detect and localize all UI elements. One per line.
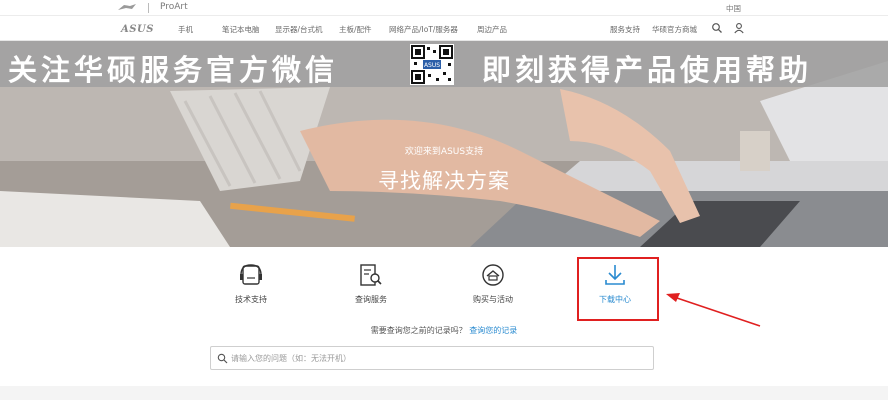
records-link[interactable]: 查询您的记录 — [469, 326, 517, 335]
records-prompt: 需要查询您之前的记录吗？ 查询您的记录 — [0, 325, 888, 336]
support-page: ProArt 中国 ASUS 手机 笔记本电脑 显示器/台式机 主板/配件 网络… — [0, 0, 888, 400]
support-search-box — [210, 346, 654, 370]
service-query-icon — [360, 264, 382, 286]
nav-item-monitors-desktops[interactable]: 显示器/台式机 — [275, 24, 323, 35]
user-icon[interactable] — [733, 22, 745, 34]
records-prompt-text: 需要查询您之前的记录吗？ — [370, 326, 467, 335]
rog-logo-icon[interactable] — [116, 2, 138, 13]
tile-label: 购买与活动 — [473, 295, 513, 304]
search-icon[interactable] — [711, 22, 723, 34]
proart-link[interactable]: ProArt — [160, 2, 188, 12]
nav-item-networking[interactable]: 网络产品/IoT/服务器 — [389, 24, 458, 35]
nav-item-phones[interactable]: 手机 — [178, 24, 193, 35]
purchase-icon — [482, 264, 504, 286]
tile-label: 查询服务 — [355, 295, 387, 304]
support-search-input[interactable] — [231, 347, 649, 369]
wechat-banner-text-left: 关注华硕服务官方微信 — [8, 53, 339, 87]
hero-subtitle: 欢迎来到ASUS支持 — [404, 147, 484, 157]
main-nav: ASUS 手机 笔记本电脑 显示器/台式机 主板/配件 网络产品/IoT/服务器… — [0, 17, 888, 41]
asus-logo[interactable]: ASUS — [121, 24, 154, 35]
hero-title: 寻找解决方案 — [378, 169, 510, 193]
nav-item-accessories[interactable]: 周边产品 — [477, 24, 507, 35]
download-highlight-box — [577, 257, 659, 321]
wechat-qr-code: ASUS — [410, 44, 454, 85]
nav-support-link[interactable]: 服务支持 — [610, 24, 640, 35]
footer-strip — [0, 386, 888, 400]
tile-tech-support[interactable]: 技术支持 — [211, 262, 291, 312]
brand-divider — [148, 3, 149, 13]
hero-banner: 关注华硕服务官方微信 ASUS 即刻获得产品使用帮助 欢迎来到ASUS支持 寻找… — [0, 41, 888, 247]
nav-store-link[interactable]: 华硕官方商城 — [652, 24, 697, 35]
region-selector[interactable]: 中国 — [726, 3, 741, 14]
tech-support-icon — [240, 264, 262, 285]
wechat-banner-text-right: 即刻获得产品使用帮助 — [482, 53, 813, 87]
search-icon — [217, 353, 228, 364]
wechat-banner[interactable]: 关注华硕服务官方微信 ASUS 即刻获得产品使用帮助 — [0, 41, 888, 87]
tile-purchase[interactable]: 购买与活动 — [453, 262, 533, 312]
tile-service-query[interactable]: 查询服务 — [331, 262, 411, 312]
qr-brand-label: ASUS — [424, 62, 440, 69]
tile-label: 技术支持 — [235, 295, 267, 304]
nav-item-motherboards[interactable]: 主板/配件 — [339, 24, 372, 35]
nav-item-laptops[interactable]: 笔记本电脑 — [222, 24, 260, 35]
brand-bar: ProArt 中国 — [0, 0, 888, 16]
